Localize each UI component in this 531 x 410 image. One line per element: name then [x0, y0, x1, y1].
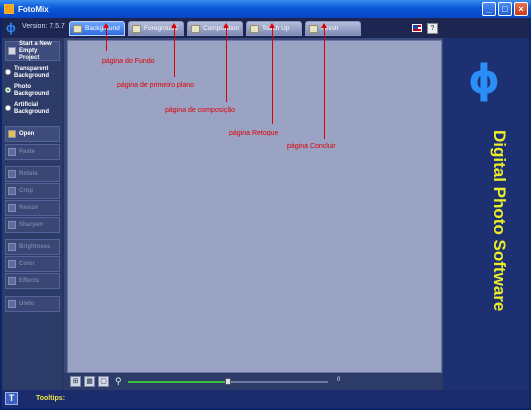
minimize-button[interactable]: _ [482, 2, 496, 16]
annotation-touch-up: página Retoque [229, 130, 279, 137]
tool-label: Sharpen [19, 222, 44, 228]
status-bar: T Tooltips: [2, 390, 529, 408]
radio-label: Transparent Background [14, 66, 50, 79]
undo-icon [8, 300, 16, 308]
tool-label: Effects [19, 278, 40, 284]
new-project-label: Start a New Empty Project [19, 40, 52, 61]
version-label: Version: 7.5.7 [22, 23, 65, 30]
paste-label: Paste [19, 149, 36, 155]
canvas-toolbar: ⊞ ▦ ▢ ⚲ 0 [64, 373, 443, 391]
radio-label: Artificial Background [14, 102, 50, 115]
brand-panel: ɸ Digital Photo Software [443, 38, 529, 390]
radio-transparent-background[interactable]: Transparent Background [5, 66, 61, 80]
tool-label: Rotate [19, 171, 38, 177]
radio-dot-selected [5, 87, 11, 93]
phi-logo-icon: ɸ [468, 57, 500, 103]
tooltip-toggle-icon[interactable]: T [5, 392, 18, 405]
new-document-icon [8, 47, 16, 55]
finish-tab-icon [309, 24, 318, 33]
tool-label: Resize [19, 205, 39, 211]
window-titlebar: FotoMix _ □ × [0, 0, 531, 18]
zoom-slider-thumb[interactable] [225, 378, 231, 385]
maximize-button[interactable]: □ [498, 2, 512, 16]
effects-icon [8, 277, 16, 285]
zoom-icon: ⚲ [115, 376, 122, 386]
sharpen-icon [8, 221, 16, 229]
zoom-value: 0 [337, 377, 341, 383]
color-button[interactable]: Color [5, 256, 60, 272]
help-button[interactable]: ? [427, 23, 438, 34]
undo-button[interactable]: Undo [5, 296, 60, 312]
app-frame: ɸ Version: 7.5.7 Background Foreground C… [2, 18, 529, 408]
rotate-button[interactable]: Rotate [5, 166, 60, 182]
radio-dot [5, 69, 11, 75]
tool-label: Color [19, 261, 35, 267]
app-icon [4, 4, 14, 14]
tool-label: Crop [19, 188, 33, 194]
actual-size-button[interactable]: ▢ [98, 376, 109, 387]
annotation-arrow [321, 23, 327, 139]
rotate-icon [8, 170, 16, 178]
radio-dot [5, 105, 11, 111]
language-flag-icon[interactable] [412, 24, 422, 32]
paste-button[interactable]: Paste [5, 144, 60, 160]
annotation-finish: página Concluir [287, 143, 336, 150]
brand-text: Digital Photo Software [490, 130, 509, 312]
window-title: FotoMix [18, 4, 49, 14]
annotation-arrow [171, 23, 177, 77]
grid-view-button[interactable]: ▦ [84, 376, 95, 387]
effects-button[interactable]: Effects [5, 273, 60, 289]
radio-photo-background[interactable]: Photo Background [5, 84, 61, 98]
workspace: ⊞ ▦ ▢ ⚲ 0 [64, 38, 443, 391]
folder-icon [8, 130, 16, 138]
tab-finish[interactable]: Finish [305, 21, 361, 36]
annotation-foreground: página de primeiro plano [117, 82, 195, 89]
paste-icon [8, 148, 16, 156]
crop-button[interactable]: Crop [5, 183, 60, 199]
resize-button[interactable]: Resize [5, 200, 60, 216]
annotation-arrow [269, 23, 275, 124]
foreground-tab-icon [132, 24, 141, 33]
crop-icon [8, 187, 16, 195]
zoom-slider-fill [128, 381, 228, 383]
tab-composition[interactable]: Composition [187, 21, 243, 36]
tool-label: Brightness [19, 244, 51, 250]
open-button[interactable]: Open [5, 126, 60, 142]
new-project-button[interactable]: Start a New Empty Project [5, 41, 60, 61]
header-bar: ɸ Version: 7.5.7 Background Foreground C… [2, 18, 529, 38]
sidebar: Start a New Empty Project Transparent Ba… [2, 38, 62, 390]
composition-tab-icon [191, 24, 200, 33]
background-tab-icon [73, 24, 82, 33]
annotation-background: página do Fundo [102, 58, 155, 65]
logo-icon: ɸ [6, 20, 16, 35]
annotation-composition: página de composição [165, 107, 236, 114]
brightness-button[interactable]: Brightness [5, 239, 60, 255]
image-canvas[interactable] [67, 40, 442, 373]
tooltips-label: Tooltips: [36, 395, 66, 402]
radio-artificial-background[interactable]: Artificial Background [5, 102, 61, 116]
tool-label: Undo [19, 301, 35, 307]
color-icon [8, 260, 16, 268]
tab-label: Touch Up [262, 25, 290, 32]
annotation-arrow [223, 23, 229, 102]
tab-bar: Background Foreground Composition Touch … [69, 21, 361, 36]
sharpen-button[interactable]: Sharpen [5, 217, 60, 233]
touch-up-tab-icon [250, 24, 259, 33]
open-label: Open [19, 131, 35, 137]
brightness-icon [8, 243, 16, 251]
tab-background[interactable]: Background [69, 21, 125, 36]
annotation-arrow [103, 23, 109, 51]
zoom-slider[interactable] [128, 378, 328, 385]
tab-label: Composition [203, 25, 240, 32]
close-button[interactable]: × [514, 2, 528, 16]
radio-label: Photo Background [14, 84, 50, 97]
resize-icon [8, 204, 16, 212]
fit-view-button[interactable]: ⊞ [70, 376, 81, 387]
